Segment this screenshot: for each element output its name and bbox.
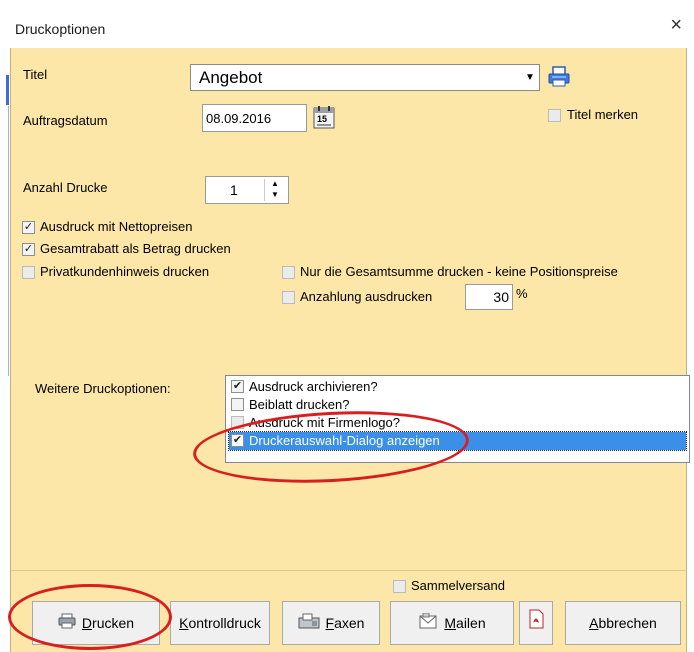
faxen-button[interactable]: Faxen [282, 601, 380, 645]
faxen-text: axen [334, 615, 365, 631]
close-button[interactable]: × [670, 14, 682, 37]
date-label: Auftragsdatum [23, 113, 108, 128]
printer-icon [58, 603, 76, 645]
stepper-up-icon[interactable]: ▲ [271, 179, 279, 188]
date-value: 08.09.2016 [206, 111, 272, 126]
list-item-label: Ausdruck mit Firmenlogo? [249, 415, 400, 430]
list-item-label: Druckerauswahl-Dialog anzeigen [249, 433, 440, 448]
rabatt-checkbox[interactable]: ✓ [22, 243, 35, 256]
list-item-label: Ausdruck archivieren? [249, 379, 378, 394]
mailen-text: ailen [456, 615, 486, 631]
gesamtsumme-label: Nur die Gesamtsumme drucken - keine Posi… [300, 264, 618, 279]
netto-checkbox[interactable]: ✓ [22, 221, 35, 234]
title-combobox-value: Angebot [199, 68, 263, 87]
anzahlung-input[interactable]: 30 [465, 284, 513, 310]
calendar-day: 15 [317, 114, 328, 124]
kontrolldruck-text: ontrolldruck [188, 615, 261, 631]
drucken-button[interactable]: Drucken [32, 601, 160, 645]
more-options-label: Weitere Druckoptionen: [35, 381, 171, 396]
fax-icon [298, 603, 320, 645]
privat-label: Privatkundenhinweis drucken [40, 264, 210, 279]
stepper-arrows[interactable]: ▲ ▼ [264, 179, 287, 201]
netto-label: Ausdruck mit Nettopreisen [40, 219, 193, 234]
mail-icon [418, 603, 438, 645]
abbrechen-button[interactable]: Abbrechen [565, 601, 681, 645]
pdf-icon [527, 603, 545, 645]
left-accent-line [8, 106, 9, 376]
title-bar: Druckoptionen × [10, 8, 694, 48]
chevron-down-icon[interactable]: ▼ [523, 68, 537, 87]
titel-merken-label: Titel merken [567, 107, 639, 122]
list-item-checkbox[interactable] [231, 416, 244, 429]
count-value: 1 [230, 182, 238, 198]
abbrechen-text: bbrechen [598, 615, 657, 631]
titel-merken-checkbox[interactable] [548, 109, 561, 122]
list-item[interactable]: Beiblatt drucken? [229, 396, 686, 414]
list-item[interactable]: ✔ Ausdruck archivieren? [229, 378, 686, 396]
list-item-checkbox[interactable]: ✔ [231, 380, 244, 393]
list-item-checkbox[interactable]: ✔ [231, 434, 244, 447]
list-item-checkbox[interactable] [231, 398, 244, 411]
options-panel [10, 48, 687, 570]
count-stepper[interactable]: 1 ▲ ▼ [205, 176, 289, 204]
title-combobox[interactable]: Angebot ▼ [190, 64, 540, 91]
anzahlung-label: Anzahlung ausdrucken [300, 289, 433, 304]
date-input[interactable]: 08.09.2016 [202, 104, 307, 132]
rabatt-label: Gesamtrabatt als Betrag drucken [40, 241, 231, 256]
more-options-list[interactable]: ✔ Ausdruck archivieren? Beiblatt drucken… [225, 375, 690, 463]
window-title: Druckoptionen [15, 21, 106, 37]
mailen-button[interactable]: Mailen [390, 601, 514, 645]
pdf-button[interactable] [519, 601, 553, 645]
faxen-mnemonic: F [325, 615, 335, 631]
printer-settings-icon[interactable] [547, 65, 573, 89]
mailen-mnemonic: M [444, 615, 457, 631]
list-item[interactable]: Ausdruck mit Firmenlogo? [229, 414, 686, 432]
sammelversand-label: Sammelversand [411, 578, 505, 593]
list-item-label: Beiblatt drucken? [249, 397, 350, 412]
count-label: Anzahl Drucke [23, 180, 108, 195]
title-label: Titel [23, 67, 48, 82]
sammelversand-checkbox[interactable] [393, 580, 406, 593]
anzahlung-value: 30 [493, 289, 509, 305]
anzahlung-checkbox[interactable] [282, 291, 295, 304]
left-accent-bar [6, 75, 9, 105]
calendar-icon[interactable]: 15 [312, 104, 336, 130]
list-item-selected[interactable]: ✔ Druckerauswahl-Dialog anzeigen [228, 431, 687, 451]
drucken-mnemonic: D [81, 615, 93, 631]
privat-checkbox[interactable] [22, 266, 35, 279]
percent-sign: % [516, 286, 528, 301]
gesamtsumme-checkbox[interactable] [282, 266, 295, 279]
kontrolldruck-button[interactable]: Kontrolldruck [170, 601, 270, 645]
stepper-down-icon[interactable]: ▼ [271, 190, 279, 199]
drucken-text: rucken [92, 615, 135, 631]
